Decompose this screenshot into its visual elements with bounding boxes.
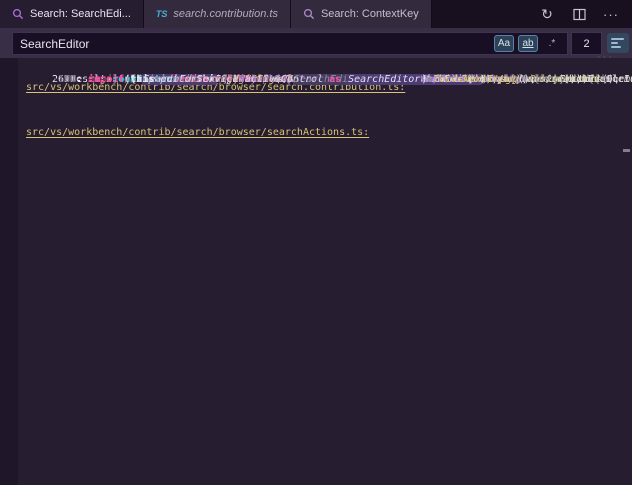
- tab-bar: Search: SearchEdi... TS search.contribut…: [0, 0, 632, 28]
- vscode-search-editor-window: { "tab_bar": { "tabs": [ {"label": "Sear…: [0, 0, 632, 485]
- details-line-icon: [611, 42, 618, 44]
- search-query-row: SearchEditor Aa ab .* 2: [0, 28, 632, 58]
- editor-actions: ↻ ···: [538, 0, 632, 28]
- blank-line: [26, 110, 632, 125]
- search-query-text: SearchEditor: [13, 37, 494, 51]
- search-results-editor[interactable]: 26 results - 5 filessrc/vs/workbench/con…: [0, 58, 632, 485]
- tab-label: Search: ContextKey: [321, 8, 419, 20]
- blank-line: [26, 140, 632, 155]
- tab-label: Search: SearchEdi...: [30, 8, 131, 20]
- blank-line: [26, 95, 632, 110]
- typescript-icon: TS: [156, 9, 168, 19]
- regex-toggle[interactable]: .*: [542, 35, 562, 52]
- details-line-icon: [611, 46, 621, 48]
- editor-gutter: [0, 58, 18, 485]
- file-link[interactable]: src/vs/workbench/contrib/search/browser/…: [26, 125, 632, 140]
- tab-search-searcheditor[interactable]: Search: SearchEdi...: [0, 0, 144, 28]
- more-actions-icon[interactable]: ···: [602, 5, 620, 23]
- search-icon: [12, 8, 24, 20]
- search-icon: [303, 8, 315, 20]
- search-toggles: Aa ab .*: [494, 35, 567, 52]
- tab-label: search.contribution.ts: [173, 8, 278, 20]
- tab-search-contextkey[interactable]: Search: ContextKey: [291, 0, 432, 28]
- results-code: 26 results - 5 filessrc/vs/workbench/con…: [26, 65, 632, 155]
- tab-search-contribution-ts[interactable]: TS search.contribution.ts: [144, 0, 291, 28]
- match-case-toggle[interactable]: Aa: [494, 35, 514, 52]
- search-query-input[interactable]: SearchEditor Aa ab .*: [12, 32, 568, 55]
- split-editor-icon[interactable]: [570, 5, 588, 23]
- overview-ruler-mark: [623, 149, 630, 152]
- code-line: ·101··: [52, 72, 632, 87]
- overflow-dots: ···: [597, 51, 614, 63]
- refresh-icon[interactable]: ↻: [538, 5, 556, 23]
- details-line-icon: [611, 38, 624, 40]
- whole-word-toggle[interactable]: ab: [518, 35, 538, 52]
- toggle-search-details-button[interactable]: [607, 33, 629, 53]
